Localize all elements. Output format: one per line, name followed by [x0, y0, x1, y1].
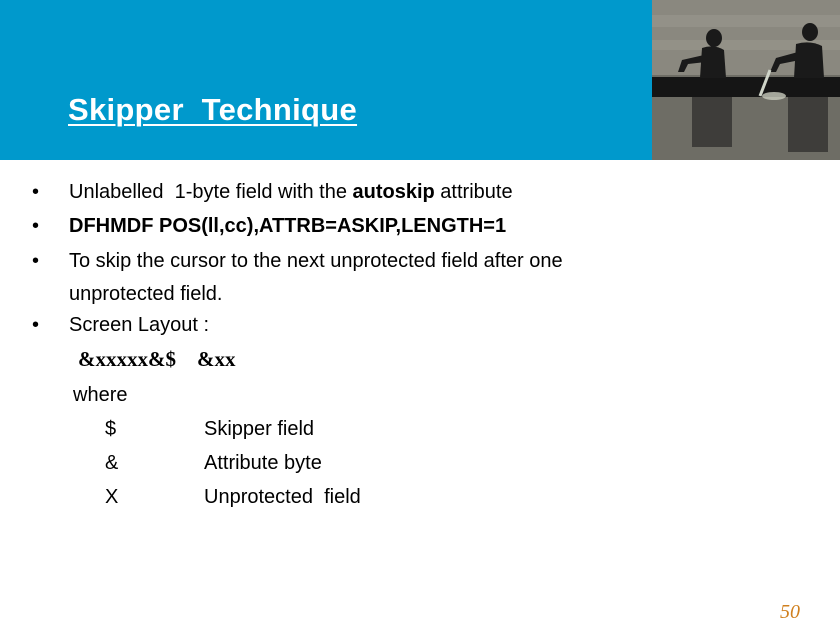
legend-meaning: Attribute byte — [204, 452, 322, 474]
where-label: where — [73, 384, 128, 406]
legend-symbol: $ — [105, 418, 117, 440]
bullet-marker: • — [32, 181, 40, 203]
bullet-text-bold: autoskip — [352, 181, 435, 203]
bullet-text: Unlabelled 1-byte field with the — [69, 181, 353, 203]
bullet-marker: • — [32, 314, 40, 336]
legend-symbol: & — [105, 452, 119, 474]
rowers-photo — [652, 0, 840, 160]
rowers-silhouette-image — [652, 0, 840, 160]
title-banner: Skipper Technique — [0, 0, 652, 160]
legend-symbol: X — [105, 486, 119, 508]
legend-meaning: Skipper field — [204, 418, 315, 440]
page-number: 50 — [780, 601, 800, 623]
slide-title: Skipper Technique — [68, 92, 358, 127]
bullet-item: • Screen Layout : — [32, 314, 209, 383]
bullet-text: attribute — [434, 181, 513, 203]
bullet-text-continuation: unprotected field. — [69, 283, 223, 305]
bullet-marker: • — [32, 250, 40, 272]
legend-meaning: Unprotected field — [204, 486, 361, 508]
bullet-marker: • — [32, 215, 40, 237]
bullet-text: Screen Layout : — [69, 314, 210, 336]
bullet-text: To skip the cursor to the next unprotect… — [69, 250, 563, 272]
screen-layout-example: &xxxxx&$ &xx — [78, 347, 236, 371]
bullet-text: DFHMDF POS(ll,cc),ATTRB=ASKIP,LENGTH=1 — [69, 215, 507, 237]
